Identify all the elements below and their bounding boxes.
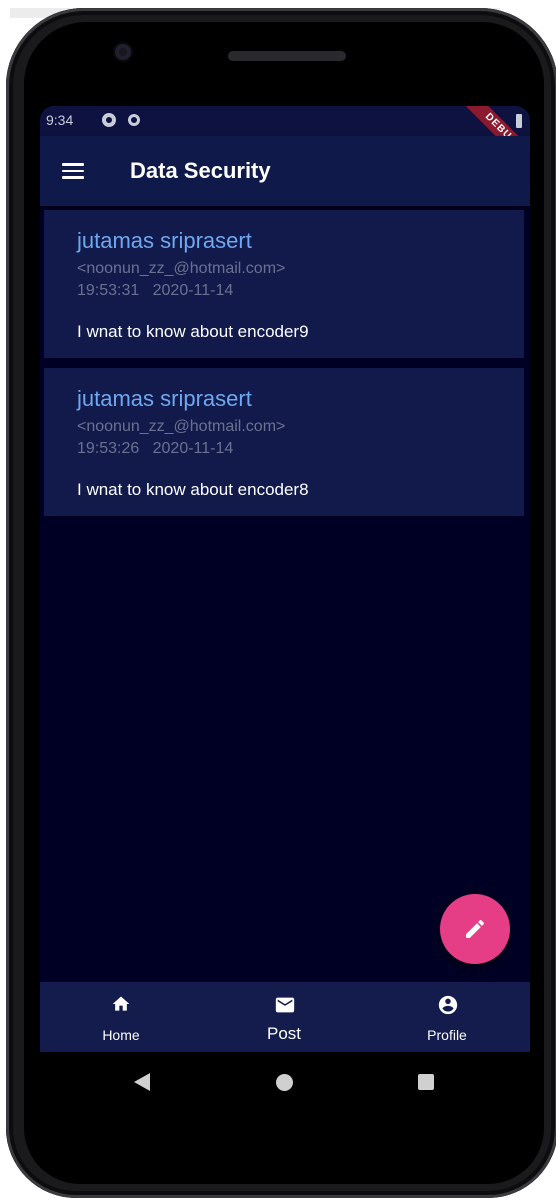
system-navigation-bar bbox=[40, 1052, 530, 1112]
message-sender-name: jutamas sriprasert bbox=[77, 386, 252, 411]
status-notification-icon bbox=[102, 113, 116, 127]
home-icon bbox=[112, 996, 130, 1011]
account-circle-icon bbox=[438, 995, 458, 1015]
nav-post-label: Post bbox=[266, 1024, 302, 1043]
message-body: I wnat to know about encoder8 bbox=[77, 480, 309, 499]
app-title: Data Security bbox=[130, 158, 271, 183]
system-recents-button[interactable] bbox=[418, 1074, 434, 1090]
bottom-navigation: Home Post Profile bbox=[40, 982, 530, 1052]
app-screen: 9:34 DEBUG Data Security jutamas sripras… bbox=[40, 106, 530, 1052]
status-bar: 9:34 DEBUG bbox=[40, 106, 530, 175]
message-card[interactable]: jutamas sriprasert <noonun_zz_@hotmail.c… bbox=[44, 368, 524, 516]
nav-post-button[interactable]: Post bbox=[224, 982, 344, 1052]
system-home-button[interactable] bbox=[276, 1074, 293, 1091]
nav-home-label: Home bbox=[102, 1027, 140, 1043]
message-timestamp: 19:53:31 2020-11-14 bbox=[77, 282, 234, 299]
message-timestamp: 19:53:26 2020-11-14 bbox=[77, 440, 234, 457]
mail-icon bbox=[275, 997, 295, 1013]
message-sender-email: <noonun_zz_@hotmail.com> bbox=[77, 418, 286, 435]
message-sender-name: jutamas sriprasert bbox=[77, 228, 252, 253]
status-time: 9:34 bbox=[46, 112, 74, 128]
nav-profile-button[interactable]: Profile bbox=[387, 982, 507, 1052]
speaker-grille bbox=[228, 51, 346, 61]
camera-icon bbox=[115, 44, 131, 60]
system-back-button[interactable] bbox=[134, 1073, 150, 1091]
app-bar: Data Security bbox=[40, 136, 530, 206]
compose-fab-button[interactable] bbox=[440, 894, 510, 964]
page: 9:34 DEBUG Data Security jutamas sripras… bbox=[0, 0, 556, 1198]
nav-profile-label: Profile bbox=[427, 1027, 467, 1043]
nav-home-button[interactable]: Home bbox=[61, 982, 181, 1052]
message-list: jutamas sriprasert <noonun_zz_@hotmail.c… bbox=[44, 210, 524, 526]
message-card[interactable]: jutamas sriprasert <noonun_zz_@hotmail.c… bbox=[44, 210, 524, 358]
status-settings-icon bbox=[128, 114, 140, 126]
message-body: I wnat to know about encoder9 bbox=[77, 322, 309, 341]
edit-icon bbox=[466, 919, 485, 938]
battery-icon bbox=[516, 114, 522, 128]
message-sender-email: <noonun_zz_@hotmail.com> bbox=[77, 260, 286, 277]
menu-icon[interactable] bbox=[62, 163, 84, 179]
